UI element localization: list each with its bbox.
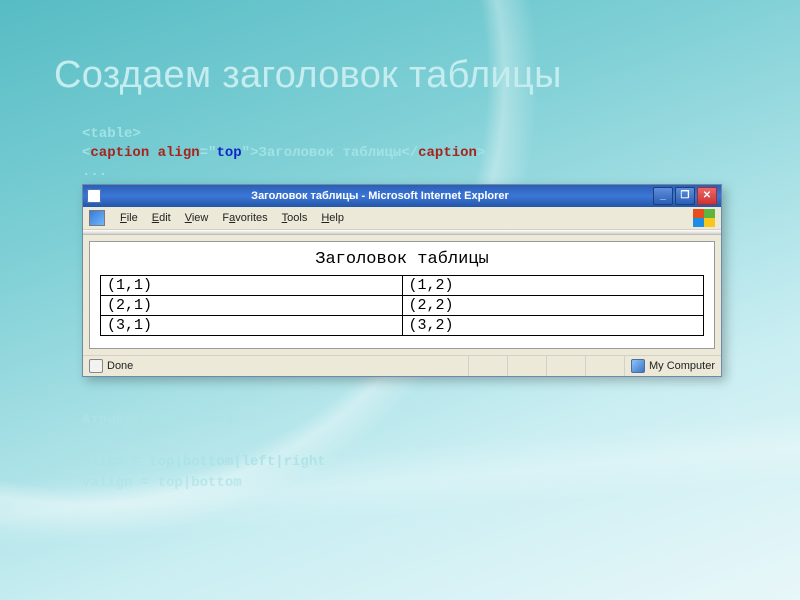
attr-line-1: Атрибуты заголовка: [82,410,326,431]
code-caption-kw: caption [90,145,149,161]
slide-title: Создаем заголовок таблицы [54,54,562,97]
ie-window: Заголовок таблицы - Microsoft Internet E… [82,184,722,377]
code-content-text: Заголовок таблицы [258,145,401,161]
menu-edit[interactable]: Edit [145,211,178,225]
ie-menubar: FFileile Edit View Favorites Tools Help [83,207,721,230]
status-done-text: Done [107,360,133,372]
code-close-gt: > [477,145,485,161]
cell-3-2: (3,2) [402,316,704,336]
attributes-note: Атрибуты заголовка: align = top|bottom|l… [82,410,326,494]
maximize-button[interactable]: ❐ [675,187,695,205]
ie-toolbar-separator [83,230,721,235]
menu-file[interactable]: FFileile [113,211,145,225]
cell-2-1: (2,1) [101,296,403,316]
table-row: (1,1) (1,2) [101,276,704,296]
code-val-top: top [216,145,241,161]
code-line-2: <caption align="top">Заголовок таблицы</… [82,144,485,163]
code-line-1: <table> [82,126,141,142]
html-table-caption: Заголовок таблицы [100,250,704,269]
status-spacer-3 [547,356,586,376]
menu-favorites[interactable]: Favorites [215,211,274,225]
demo-table: (1,1) (1,2) (2,1) (2,2) (3,1) (3,2) [100,275,704,336]
windows-flag-icon [693,209,715,227]
menu-tools[interactable]: Tools [275,211,315,225]
status-done-cell: Done [83,356,469,376]
cell-1-2: (1,2) [402,276,704,296]
code-align-kw: align [149,145,199,161]
status-mycomputer-text: My Computer [649,360,715,372]
code-close-caption-kw: caption [418,145,477,161]
ie-statusbar: Done My Computer [83,355,721,376]
code-eq: =" [200,145,217,161]
cell-2-2: (2,2) [402,296,704,316]
cell-3-1: (3,1) [101,316,403,336]
table-row: (2,1) (2,2) [101,296,704,316]
cell-1-1: (1,1) [101,276,403,296]
code-after-val: "> [242,145,259,161]
ie-content-area: Заголовок таблицы (1,1) (1,2) (2,1) (2,2… [89,241,715,349]
menu-view[interactable]: View [178,211,216,225]
done-icon [89,359,103,373]
code-close-lt: </ [401,145,418,161]
ie-page-icon [89,210,105,226]
ie-titlebar: Заголовок таблицы - Microsoft Internet E… [83,185,721,207]
code-example: <table> <caption align="top">Заголовок т… [82,125,485,182]
ie-window-title: Заголовок таблицы - Microsoft Internet E… [107,190,653,202]
minimize-button[interactable]: _ [653,187,673,205]
ie-window-controls: _ ❐ ✕ [653,187,717,205]
close-button[interactable]: ✕ [697,187,717,205]
attr-line-3: valign = top|bottom [82,473,326,494]
table-row: (3,1) (3,2) [101,316,704,336]
menu-help[interactable]: Help [314,211,351,225]
slide: Создаем заголовок таблицы <table> <capti… [0,0,800,600]
status-spacer-4 [586,356,625,376]
my-computer-icon [631,359,645,373]
status-spacer-1 [469,356,508,376]
ie-app-icon [87,189,101,203]
attr-line-2: align = top|bottom|left|right [82,452,326,473]
code-line-3: ... [82,164,107,180]
status-spacer-2 [508,356,547,376]
status-zone-cell: My Computer [625,356,721,376]
